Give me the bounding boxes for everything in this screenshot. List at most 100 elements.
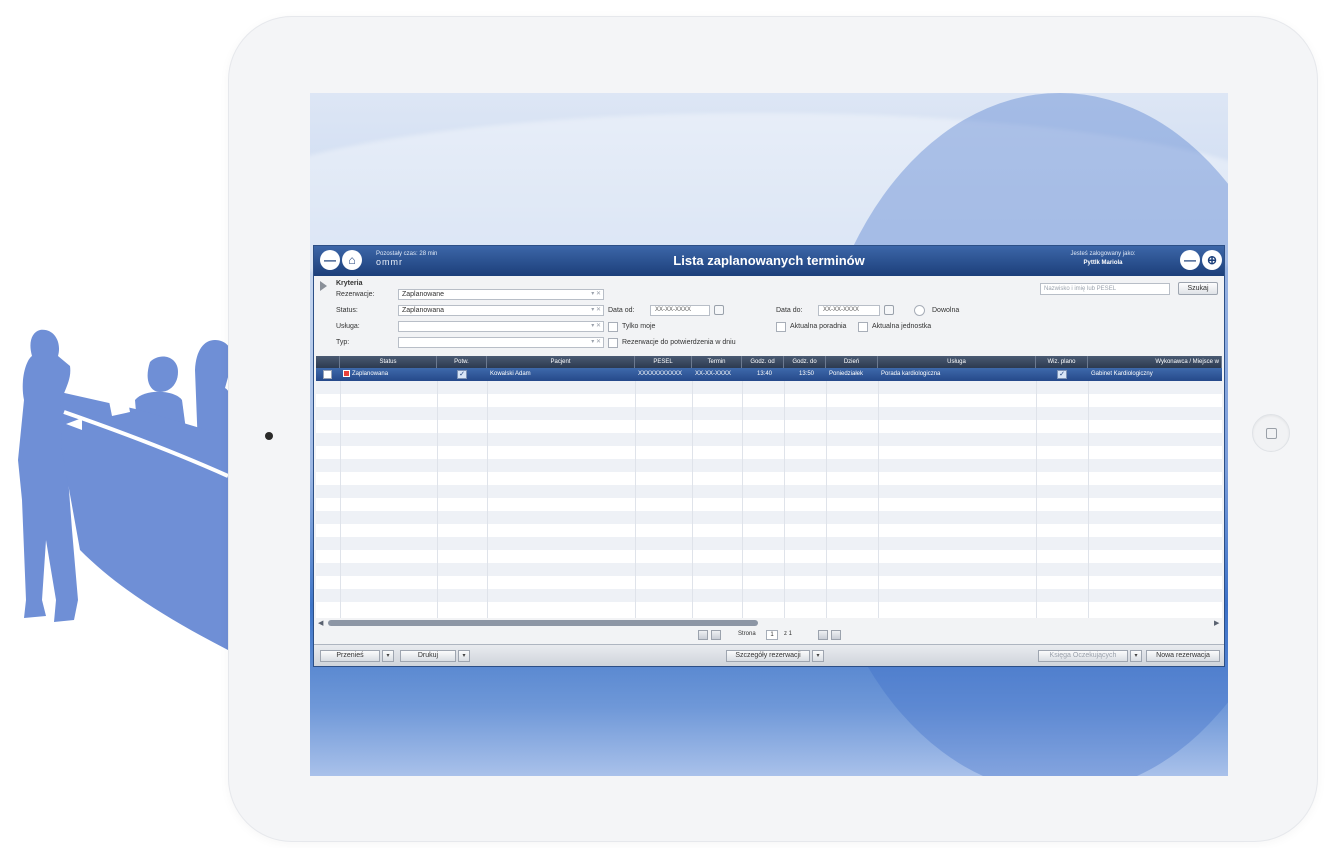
aktualna-poradnia-label: Aktualna poradnia bbox=[790, 323, 847, 330]
status-select[interactable]: Zaplanowana ▾ ✕ bbox=[398, 305, 604, 316]
home-square-icon bbox=[1266, 428, 1277, 439]
empty-row bbox=[316, 420, 1222, 433]
drukuj-button[interactable]: Drukuj bbox=[400, 650, 456, 662]
last-page-icon[interactable] bbox=[831, 630, 841, 640]
column-divider bbox=[826, 381, 827, 618]
empty-row bbox=[316, 589, 1222, 602]
status-text: Zaplanowana bbox=[352, 371, 389, 377]
data-od-input[interactable]: XX-XX-XXXX bbox=[650, 305, 710, 316]
empty-row bbox=[316, 472, 1222, 485]
stage: — ⌂ Pozostały czas: 28 min ommr Lista za… bbox=[0, 0, 1339, 848]
select-controls-icon[interactable]: ▾ ✕ bbox=[591, 290, 601, 299]
cell-pacjent: Kowalski Adam bbox=[490, 371, 531, 377]
usluga-label: Usługa: bbox=[336, 323, 360, 330]
horizontal-scrollbar[interactable]: ◀ ▶ bbox=[316, 618, 1222, 628]
aktualna-jednostka-checkbox[interactable] bbox=[858, 322, 868, 332]
header-select bbox=[316, 356, 340, 368]
data-od-label: Data od: bbox=[608, 307, 635, 314]
rezerwacje-value: Zaplanowane bbox=[402, 291, 445, 298]
dowolna-label: Dowolna bbox=[932, 307, 960, 314]
column-divider bbox=[878, 381, 879, 618]
first-page-icon[interactable] bbox=[698, 630, 708, 640]
grid-icon[interactable]: ⊕ bbox=[1202, 250, 1222, 270]
szczegoly-dropdown-icon[interactable]: ▾ bbox=[812, 650, 824, 662]
next-page-icon[interactable] bbox=[818, 630, 828, 640]
appointments-table: Status Potw. Pacjent PESEL Termin Godz. … bbox=[316, 356, 1222, 618]
aktualna-jednostka-label: Aktualna jednostka bbox=[872, 323, 932, 330]
header-godz-do[interactable]: Godz. do bbox=[784, 356, 826, 368]
ksiega-dropdown-icon[interactable]: ▾ bbox=[1130, 650, 1142, 662]
cell-dzien: Poniedziałek bbox=[829, 371, 864, 377]
search-button[interactable]: Szukaj bbox=[1178, 282, 1218, 295]
people-silhouette-illustration bbox=[18, 329, 234, 650]
header-godz-od[interactable]: Godz. od bbox=[742, 356, 784, 368]
prev-page-icon[interactable] bbox=[711, 630, 721, 640]
header-status[interactable]: Status bbox=[340, 356, 437, 368]
rezerwacje-potw-checkbox[interactable] bbox=[608, 338, 618, 348]
aktualna-poradnia-checkbox[interactable] bbox=[776, 322, 786, 332]
table-row[interactable]: Zaplanowana ✓ Kowalski Adam XXXXXXXXXXX … bbox=[316, 368, 1222, 381]
header-potw[interactable]: Potw. bbox=[437, 356, 487, 368]
row-checkbox[interactable] bbox=[323, 370, 332, 379]
pager: Strona 1 z 1 bbox=[314, 628, 1224, 642]
header-termin[interactable]: Termin bbox=[692, 356, 742, 368]
wiz-plano-checkbox[interactable]: ✓ bbox=[1057, 370, 1067, 379]
table-header: Status Potw. Pacjent PESEL Termin Godz. … bbox=[316, 356, 1222, 368]
przenies-button[interactable]: Przenieś bbox=[320, 650, 380, 662]
scroll-left-icon[interactable]: ◀ bbox=[318, 619, 323, 627]
select-controls-icon[interactable]: ▾ ✕ bbox=[591, 338, 601, 347]
drukuj-dropdown-icon[interactable]: ▾ bbox=[458, 650, 470, 662]
dowolna-radio[interactable] bbox=[914, 305, 925, 316]
nowa-rezerwacja-button[interactable]: Nowa rezerwacja bbox=[1146, 650, 1220, 662]
tylko-moje-checkbox[interactable] bbox=[608, 322, 618, 332]
usluga-select[interactable]: ▾ ✕ bbox=[398, 321, 604, 332]
tablet-screen: — ⌂ Pozostały czas: 28 min ommr Lista za… bbox=[310, 93, 1228, 776]
header-dzien[interactable]: Dzień bbox=[826, 356, 878, 368]
scroll-right-icon[interactable]: ▶ bbox=[1214, 619, 1219, 627]
empty-row bbox=[316, 511, 1222, 524]
page-input[interactable]: 1 bbox=[766, 630, 778, 640]
page-count: z 1 bbox=[784, 631, 793, 637]
column-divider bbox=[742, 381, 743, 618]
przenies-dropdown-icon[interactable]: ▾ bbox=[382, 650, 394, 662]
calendar-icon bbox=[343, 369, 350, 377]
data-do-label: Data do: bbox=[776, 307, 803, 314]
typ-label: Typ: bbox=[336, 339, 350, 346]
header-wiz-plano[interactable]: Wiz. plano bbox=[1036, 356, 1088, 368]
cell-godz-od: 13:40 bbox=[756, 371, 772, 377]
empty-row bbox=[316, 576, 1222, 589]
typ-select[interactable]: ▾ ✕ bbox=[398, 337, 604, 348]
rezerwacje-select[interactable]: Zaplanowane ▾ ✕ bbox=[398, 289, 604, 300]
bottom-toolbar: Przenieś ▾ Drukuj ▾ Szczegóły rezerwacji… bbox=[314, 644, 1224, 666]
header-pesel[interactable]: PESEL bbox=[635, 356, 692, 368]
potw-checkbox[interactable]: ✓ bbox=[457, 370, 467, 379]
criteria-title: Kryteria bbox=[336, 280, 363, 287]
home-button[interactable] bbox=[1252, 414, 1290, 452]
column-divider bbox=[692, 381, 693, 618]
calendar-icon[interactable] bbox=[714, 305, 724, 315]
user-name: Pyttlk Mariola bbox=[1083, 260, 1123, 266]
header-pacjent[interactable]: Pacjent bbox=[487, 356, 635, 368]
cell-termin: XX-XX-XXXX bbox=[695, 371, 732, 377]
cell-wykonawca: Gabinet Kardiologiczny bbox=[1091, 371, 1153, 377]
select-controls-icon[interactable]: ▾ ✕ bbox=[591, 322, 601, 331]
collapse-arrow-icon[interactable] bbox=[320, 281, 327, 291]
szczegoly-button[interactable]: Szczegóły rezerwacji bbox=[726, 650, 810, 662]
cell-pesel: XXXXXXXXXXX bbox=[638, 371, 683, 377]
rezerwacje-label: Rezerwacje: bbox=[336, 291, 375, 298]
calendar-icon[interactable] bbox=[884, 305, 894, 315]
data-do-input[interactable]: XX-XX-XXXX bbox=[818, 305, 880, 316]
select-controls-icon[interactable]: ▾ ✕ bbox=[591, 306, 601, 315]
status-value: Zaplanowana bbox=[402, 307, 445, 314]
header-wykonawca[interactable]: Wykonawca / Miejsce w bbox=[1088, 356, 1222, 368]
rezerwacje-potw-label: Rezerwacje do potwierdzenia w dniu bbox=[622, 339, 736, 346]
cell-usluga: Porada kardiologiczna bbox=[881, 371, 941, 377]
scrollbar-thumb[interactable] bbox=[328, 620, 758, 626]
empty-row bbox=[316, 459, 1222, 472]
minimize-icon[interactable]: — bbox=[1180, 250, 1200, 270]
ksiega-button[interactable]: Księga Oczekujących bbox=[1038, 650, 1128, 662]
empty-row bbox=[316, 433, 1222, 446]
search-input[interactable]: Nazwisko i imię lub PESEL bbox=[1040, 283, 1170, 295]
empty-row bbox=[316, 446, 1222, 459]
header-usluga[interactable]: Usługa bbox=[878, 356, 1036, 368]
